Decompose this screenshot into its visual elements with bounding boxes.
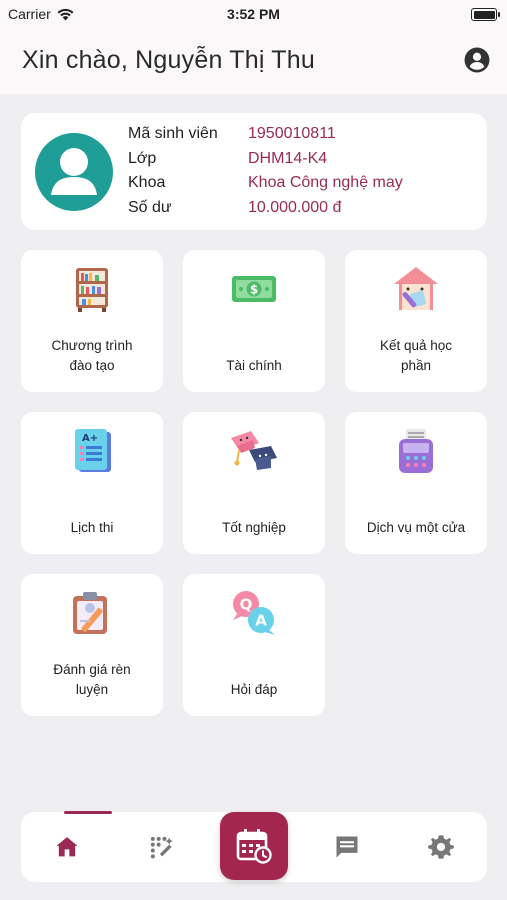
tile-label: Hỏi đáp [230,682,278,697]
status-time: 3:52 PM [227,6,280,22]
svg-text:$: $ [250,283,258,297]
class-value: DHM14-K4 [248,150,328,167]
balance-label: Số dư [128,199,172,216]
class-row: Lớp DHM14-K4 [128,150,327,168]
tile-label: Tài chính [226,358,282,373]
student-id-label: Mã sinh viên [128,125,218,142]
home-icon[interactable] [53,833,81,861]
magic-icon[interactable] [147,833,175,861]
faculty-label: Khoa [128,174,166,191]
tile-one-stop-service[interactable]: Dịch vụ một cửa [345,412,487,554]
balance-row: Số dư 10.000.000 đ [128,199,341,217]
tile-label: Chương trình đào tạo [51,338,133,373]
chat-icon[interactable] [333,833,361,861]
tile-label: Tốt nghiệp [222,520,286,535]
svg-text:A+: A+ [82,433,98,444]
tile-graduation[interactable]: Tốt nghiệp [183,412,325,554]
status-bar: Carrier 3:52 PM [0,0,507,30]
tile-label: Lịch thi [70,520,114,535]
app-header: Xin chào, Nguyễn Thị Thu [0,30,507,94]
tile-exam-schedule[interactable]: A+ Lịch thi [21,412,163,554]
active-tab-indicator [64,811,112,814]
svg-text:Q: Q [240,596,253,614]
bookshelf-icon [76,268,108,312]
student-profile-card[interactable]: Mã sinh viên 1950010811 Lớp DHM14-K4 Kho… [21,113,487,230]
faculty-row: Khoa Khoa Công nghệ may [128,174,403,192]
settings-icon[interactable] [427,833,455,861]
qa-bubbles-icon: Q A [233,591,275,635]
greeting-title: Xin chào, Nguyễn Thị Thu [22,46,315,74]
class-label: Lớp [128,150,157,167]
tile-qa[interactable]: Q A Hỏi đáp [183,574,325,716]
balance-value: 10.000.000 đ [248,199,342,216]
tile-label: Dịch vụ một cửa [366,520,466,535]
tile-training-program[interactable]: Chương trình đào tạo [21,250,163,392]
tile-label: Đánh giá rèn luyện [53,662,131,697]
exam-paper-icon: A+ [75,429,111,472]
schedule-button[interactable] [220,812,288,880]
clipboard-pencil-icon [73,592,107,634]
tile-training-evaluation[interactable]: Đánh giá rèn luyện [21,574,163,716]
tile-course-results[interactable]: Kết quả học phần [345,250,487,392]
tile-finance[interactable]: $ Tài chính [183,250,325,392]
student-id-value: 1950010811 [248,125,336,142]
student-id-row: Mã sinh viên 1950010811 [128,125,336,143]
tile-label: Kết quả học phần [379,338,453,373]
graduation-caps-icon [231,431,277,470]
money-icon: $ [232,276,276,302]
payment-terminal-icon [399,429,433,473]
house-pencil-icon [394,267,438,310]
account-circle-icon[interactable] [464,47,490,73]
avatar-icon [35,133,113,211]
battery-icon [471,8,500,21]
faculty-value: Khoa Công nghệ may [248,174,403,191]
svg-text:A: A [255,612,267,630]
schedule-icon [236,829,272,864]
